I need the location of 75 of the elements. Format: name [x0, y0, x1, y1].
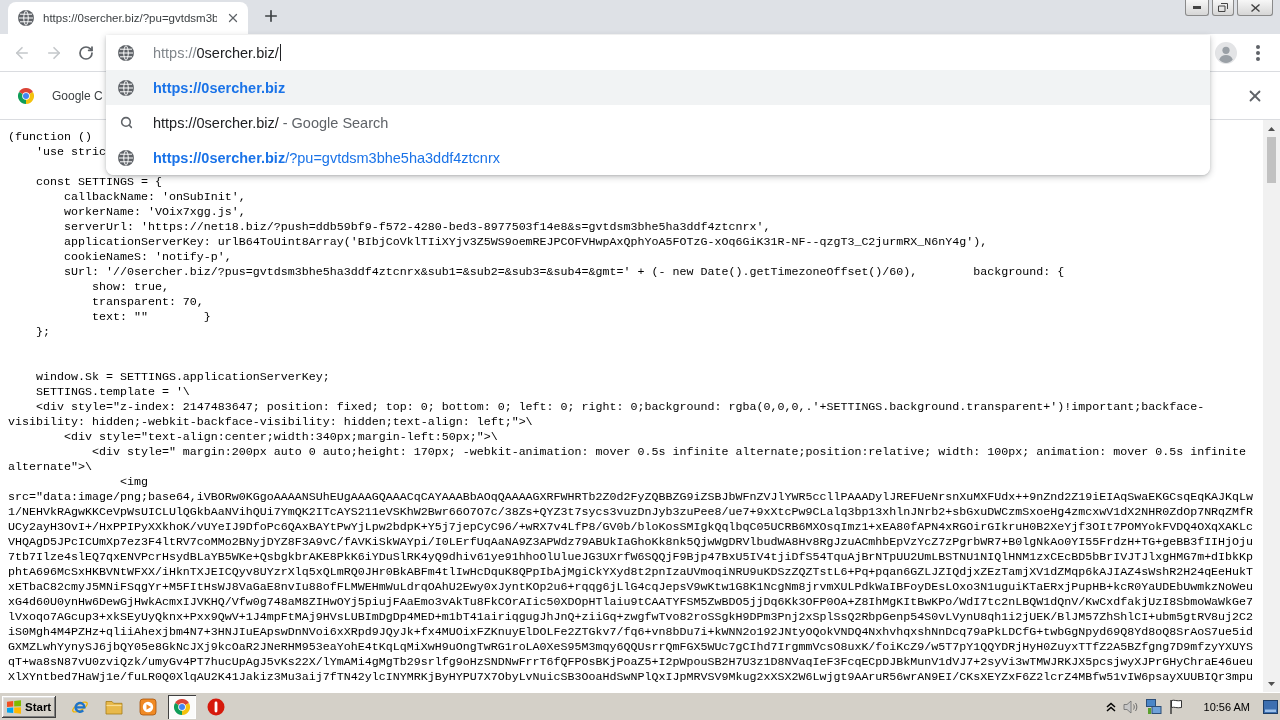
show-desktop-icon[interactable] [1263, 699, 1278, 714]
code-line: VHQAgD5JPcICUmXp7ez3F4ltRV7coMMo2BNyjDYZ8F3A9vC/fAVKiSkWAYpi/I0LErfUqAaNA9Z3APWdz79ABUkIaGhoKk8nk5QjwWgDRVlbudWA8Hv8RgJzuACmhbEpVzYcZ7zPgrbWR7+B0lgNkAo0YI55FrdzH+TG+geBB3fIIHjOju [8, 535, 1254, 550]
menu-icon [1256, 44, 1260, 61]
code-line: <img [118, 475, 148, 490]
taskbar-app-button[interactable] [168, 694, 197, 719]
browser-logo-icon [174, 698, 191, 715]
restore-icon [1218, 3, 1228, 12]
infobar-text: Google C [52, 88, 103, 103]
close-icon [226, 11, 240, 25]
code-line: <div style="z-index: 2147483647; position: fixed; top: 0; bottom: 0; left: 0; right: 0;background: rgba(0,0,0,.'+SETTINGS.background.transparent+')!important;backface- [34, 400, 1205, 415]
suggestion-item[interactable]: https://0sercher.biz/?pu=gvtdsm3bhe5ha3ddf4ztcnrx [106, 140, 1210, 175]
code-line: 7tb7Ilze4slEQ7qxENVPcrHsydBLaYB5WKe+QsbgkbrAKE8PkK6iYDuSlRK4yQ9dhiv61ye91hhoOlUlueJG3UXrfW6SQQjF9Bjp47BxU5IV4tjiDfS54TquAjBrNTpUU2UmLBSTNU1NIQlHNM1zxCEcBD5bBrIVJTJlxgHMG7m+dIbkKp [8, 550, 1254, 565]
globe-icon [118, 44, 134, 61]
new-tab-button[interactable] [262, 7, 280, 25]
code-line: <div style="text-align:center;width:340px;margin-left:50px;">\ [62, 430, 498, 445]
code-line: <div style=" margin:200px auto 0 auto;height: 170px; -webkit-animation: mover 0.5s infinite alternate;position:relative; width: 100px; animation: mover 0.5s infinite [90, 445, 1247, 460]
code-line: callbackName: 'onSubInit', [62, 190, 246, 205]
start-logo-icon [6, 699, 22, 714]
code-line: src="data:image/png;base64,iVBORw0KGgoAAAANSUhEUgAAAGQAAACqCAYAAABbAOqQAAAAGXRFWHRTb2Z0d2FyZQBBZG9iZSBJbWFnZVJlYWR5ccllPAAADylJREFUeNrsnXuMXFUdx++9nZnd2Z19iEIAqSwaEKGCsqEqKAJKqLw [8, 490, 1254, 505]
suggestion-item[interactable]: https://0sercher.biz/ - Google Search [106, 105, 1210, 140]
code-line: xETbaC82cmyJ5MNiFSqgYr+M5FItHsWJ8VaGaE8nvIu88ofFLMWEHmWuLdrqOAhU2Ewy0xJyntKOp2u6+rqqg6jLlG4cqJepsV9wKtw1G8K1NcgNm8jrvmXULPdkWaIBFoyDEsLOxo3N1uguiKTaERxjPupHB+kcR0YaUDEbUwmkzNoWeu [8, 580, 1254, 595]
tab-close-button[interactable] [226, 11, 240, 25]
caret-up-icon [1268, 126, 1275, 131]
start-button[interactable]: Start [2, 695, 57, 718]
code-line: }; [34, 325, 50, 340]
search-icon [119, 116, 133, 129]
code-line: GXMZLwhYynySJ6jbQY05e8GkNcJXj9kcOaR2JNeRHM953eaYohE4tKqLqMiXwH9uOngTwRG1roLA0XeS95M3mqy6QQUsrrQmFGX5WUc7gCIhd7IrgmmVcsO8uxK/foiKcZ9/w5T7pY1QQYDRjHyH0ZuyxTTfZ2A5BZfgng7D9mfzyYXUYS [8, 640, 1254, 655]
scrollbar-thumb[interactable] [1267, 137, 1276, 183]
code-line: phtA696McSxHKBVNtWFXX/iHknTXJEICQyv8UYzrXlq5xQLmRQ0JHr0BkABFm4tlIwHcDquK8QPpIbAjMgiCkYXyd8t2pnIzaUVmoqiNRU9uKDSzZQZTstL6+Pq+pqan6GZLJZIQdjxZEzTamjXV1dZMqp6kAJIAZ4sWshR2H24qEeHukT [8, 565, 1254, 580]
code-line: window.Sk = SETTINGS.applicationServerKey; [34, 370, 330, 385]
exclamation-icon [207, 697, 226, 716]
folder-icon [105, 698, 124, 715]
close-button[interactable] [1237, 0, 1273, 16]
network-icon[interactable] [1145, 698, 1162, 715]
avatar-icon [1215, 41, 1237, 64]
address-field[interactable]: https://0sercher.biz/ [106, 35, 1210, 70]
globe-icon [18, 10, 34, 26]
plus-icon [262, 7, 280, 25]
clock-text: 10:56 AM [1203, 700, 1250, 713]
code-line: XlXYntbed7HaWj1e/fuLR0Q0XlqAU2K41Jakiz3Mu3aij7fTN42ylcINYMRKjByHYPU7X7ObyLvNuicSB3OoaHdSwNPlQxIJpMRVSV9Mkug2xXSX2W6Lwjgt9AAruR56wrAN9EI/CKsXEYZxF6Z2lcrZ4MBfw51vIW6psayXUUBIQr3mpu [8, 670, 1254, 685]
scrollbar[interactable] [1263, 120, 1280, 692]
show-hidden-icons-icon[interactable] [1105, 701, 1116, 712]
play-icon [139, 697, 158, 716]
code-line: cookieNameS: 'notify-p', [62, 250, 232, 265]
code-line: workerName: 'VOix7xgg.js', [62, 205, 246, 220]
minimize-button[interactable] [1185, 0, 1209, 16]
code-line: (function () [8, 130, 92, 145]
code-line: const SETTINGS = { [34, 175, 162, 190]
code-line: alternate">\ [8, 460, 92, 475]
caret-down-icon [1268, 681, 1275, 686]
code-line: SETTINGS.template = '\ [34, 385, 190, 400]
globe-icon [118, 79, 134, 96]
speaker-icon[interactable] [1122, 699, 1139, 714]
code-line: visibility: hidden;-webkit-backface-visibility: hidden;text-align: left;">\ [8, 415, 533, 430]
code-line: 1/NEHVkRAgwKKCeVpWsUICLUlQGkbAaNVihQUi7YmQK2ITcAYS211eVSKhW2Bwr66O7O7c/38Zs+QYZ3t7sycs3vuzDnJyb3zuPee8/ue7+9xXtcPw9CLalq3bp13xhlnJNrb2+sbGxuDWCzmSxoeHg4zmcxwV1dX2NHR0ZdOp7NRqZMfR [8, 505, 1254, 520]
reload-icon [78, 44, 94, 61]
code-line: serverUrl: 'https://net18.biz/?push=ddb59bf9-f572-4280-bed3-8977503f14e8&s=gvtdsm3bhe5ha3ddf4ztcnrx', [62, 220, 771, 235]
code-line: sUrl: '//0sercher.biz/?pus=gvtdsm3bhe5ha3ddf4ztcnrx&sub1=&sub2=&sub3=&sub4=&gmt=' + (- new Date().getTimezoneOffset()/60), background: { [62, 265, 1065, 280]
code-line: lVxoqo7AGcup3+xkSEyUyQknx+Pxx9QwV+1J4mpFtMAj9HVsLUBImDgDp4MED+m1bT41airiqgugJhJnQ+ziiGq+zwgfwTvo82roSSgkH9DPm3Pnj2xSplSsQ2RbpGenp54S0vLVynU8qh1i2jUEK/BlJM57ZhShlCI+ubm5gtRV8uj2C2 [8, 610, 1254, 625]
globe-icon [118, 149, 134, 166]
code-line: UCy2ayH3OvI+/HxPPIPyXXkhoK/vUYeIJ9DfoPc6QAxBAYtPwYjLpw2bdpK+Y5j7jepCyC96/+wRX7v4LfP8/GV0b/bloKosSMIgkQqlbqC05UCRB6MXOsqImz1+xEA80fAPN4xRGOirGIkruH0B2XeYjf3OIt7POMYokFVDQ4OXqXAKLc [8, 520, 1254, 535]
browser-logo-icon [18, 87, 34, 104]
code-line: qT+wa8sN87vU0zviQzk/umyGv4PT7hucUpAgJ5vKs22X/lYmAMi4gMgTb29srlfg9oHzSNDNwFrrT6fQFPOsBKjPoaZ5+I2pWpouSB2H7U3z1D8NVaqIeF3FcqECpDJBkMunV1dVJ7+2syVi3wTMWJRKJX5pcsjwyXJPrGHyChraE46ueu [8, 655, 1254, 670]
suggestion-item[interactable]: https://0sercher.biz [106, 70, 1210, 105]
close-icon [1250, 3, 1260, 12]
flag-icon[interactable] [1168, 699, 1183, 714]
minimize-icon [1193, 6, 1201, 9]
code-line: text: "" } [90, 310, 211, 325]
code-line: show: true, [90, 280, 169, 295]
code-line: applicationServerKey: urlB64ToUint8Array('BIbjCoVklTIiXYjv3Z5WS9oemREJPCOFVHwpAxQphYoA5FOTzG-xOq6GiK31R-NF--qzgT3_C2jurmRX_N6nY4g'), [62, 235, 988, 250]
restore-button[interactable] [1212, 0, 1234, 16]
code-line: transparent: 70, [90, 295, 204, 310]
code-line: 'use stric [34, 145, 106, 160]
code-line: iS0Mgh4M4PZHz+qliiAhexjbm4N7+3HNJIuEApswDnNVoi6xXRpd9JQyJk+fx4MUOixFZKnuyElDOLFe2ZTGkv7/fq6+vn8bDu7i+kWNN2o192JNtyOQokVNDQ4NxhvhqxshNnDcq79aPkLDCfG+twbGgNpyd69Q8Yd8oQ8SrAoS7ue5id [8, 625, 1254, 640]
code-line: xG4d60U0ynHw6DewGjHwkAcmxIJVKHQ/Vfw0g748aM8ZIHwOYj5piujFAaEmo3vAkTu8FkCOrAIic50XDOpHTlaiu9tCAATYFSM5ZwBDO5jjDq6Kk3OFP0OA+Z8IhMgKItBwKPo/WdI7tc2nLBQW1dQnV/KwCxdfakjUzI8SbmoWaWkGe7 [8, 595, 1254, 610]
